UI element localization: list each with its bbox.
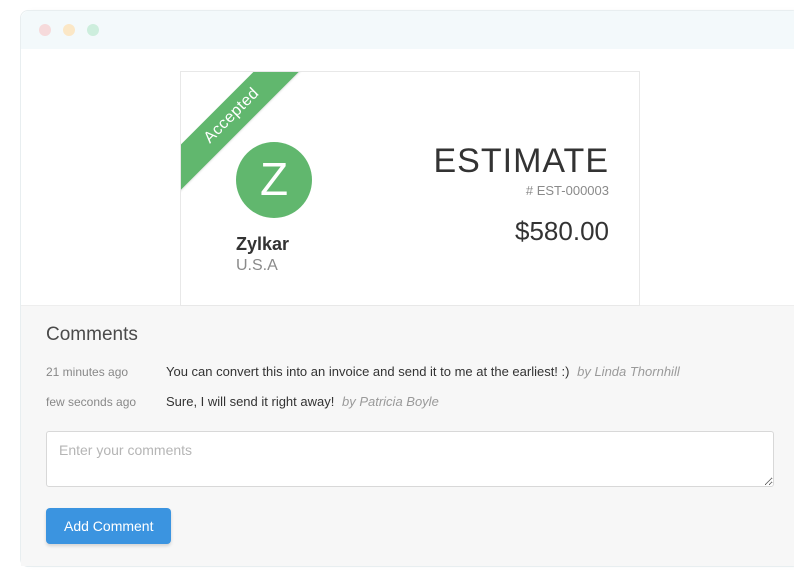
content-area: Accepted Z Zylkar U.S.A ESTIMATE # EST-0… (21, 49, 794, 566)
company-logo: Z (236, 142, 312, 218)
comment-author: by Linda Thornhill (577, 364, 680, 379)
close-icon[interactable] (39, 24, 51, 36)
comments-panel: Comments 21 minutes ago You can convert … (21, 305, 794, 566)
company-column: Z Zylkar U.S.A (211, 142, 312, 275)
estimate-number: # EST-000003 (434, 183, 610, 198)
estimate-column: ESTIMATE # EST-000003 $580.00 (434, 142, 610, 247)
company-name: Zylkar (236, 234, 312, 255)
comments-heading: Comments (46, 324, 774, 346)
estimate-title: ESTIMATE (434, 142, 610, 181)
comment-time: few seconds ago (46, 392, 166, 412)
comment-row: 21 minutes ago You can convert this into… (46, 362, 774, 382)
comment-body: Sure, I will send it right away! by Patr… (166, 392, 439, 412)
estimate-card: Accepted Z Zylkar U.S.A ESTIMATE # EST-0… (180, 71, 640, 306)
maximize-icon[interactable] (87, 24, 99, 36)
estimate-amount: $580.00 (434, 216, 610, 247)
comment-input[interactable] (46, 431, 774, 487)
window-titlebar (21, 11, 794, 49)
comment-author: by Patricia Boyle (342, 394, 439, 409)
card-body: Z Zylkar U.S.A ESTIMATE # EST-000003 $58… (211, 142, 609, 275)
comment-row: few seconds ago Sure, I will send it rig… (46, 392, 774, 412)
comment-text: You can convert this into an invoice and… (166, 364, 569, 379)
comment-body: You can convert this into an invoice and… (166, 362, 680, 382)
comment-time: 21 minutes ago (46, 362, 166, 382)
company-location: U.S.A (236, 257, 312, 275)
comment-text: Sure, I will send it right away! (166, 394, 334, 409)
add-comment-button[interactable]: Add Comment (46, 508, 171, 544)
browser-window: Accepted Z Zylkar U.S.A ESTIMATE # EST-0… (20, 10, 794, 567)
logo-letter: Z (260, 156, 288, 202)
minimize-icon[interactable] (63, 24, 75, 36)
